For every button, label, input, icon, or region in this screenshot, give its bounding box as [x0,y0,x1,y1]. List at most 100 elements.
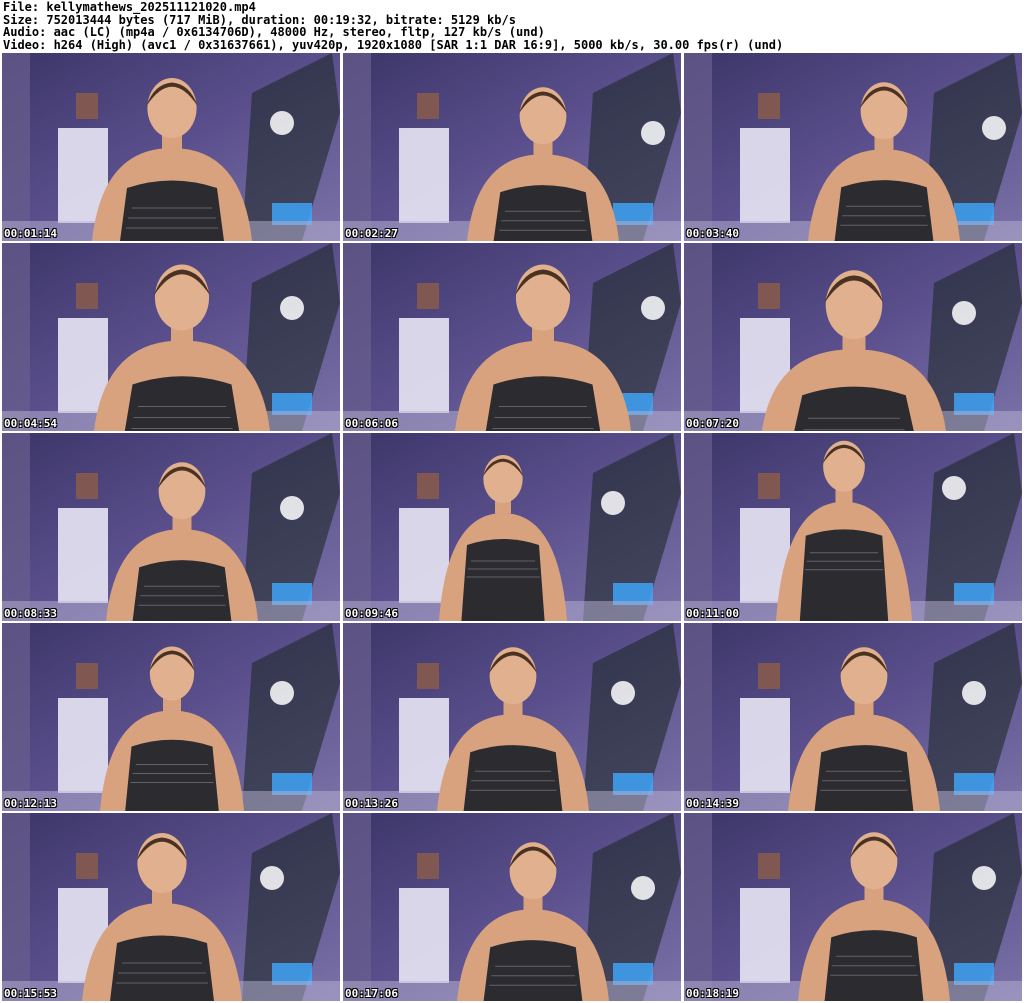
sports-top [120,180,224,241]
cabinet [58,318,108,413]
thumbnail-timestamp: 00:06:06 [345,417,398,430]
sports-top [461,539,545,621]
neon-sign-icon [641,121,665,145]
audio-line: Audio: aac (LC) (mp4a / 0x6134706D), 480… [3,25,545,39]
cabinet [740,128,790,223]
thumbnail-timestamp: 00:13:26 [345,797,398,810]
video-frame [343,53,681,241]
sports-top [794,386,914,431]
video-frame [684,813,1022,1001]
person-head [515,264,571,331]
video-frame [684,53,1022,241]
video-frame [684,243,1022,431]
thumbnail: 00:08:33 [2,433,340,621]
thumbnail: 00:14:39 [684,623,1022,811]
video-frame [2,813,340,1001]
sports-top [485,376,601,431]
person-head [147,78,197,138]
person-head [850,832,898,890]
cabinet [740,888,790,983]
video-frame [343,433,681,621]
thumbnail: 00:02:27 [343,53,681,241]
thumbnail-timestamp: 00:09:46 [345,607,398,620]
thumbnail-timestamp: 00:04:54 [4,417,57,430]
thumbnail: 00:07:20 [684,243,1022,431]
cabinet [399,318,449,413]
person-head [137,833,187,893]
cabinet [740,698,790,793]
thumbnail-timestamp: 00:12:13 [4,797,57,810]
neon-sign-icon [601,491,625,515]
thumbnail: 00:06:06 [343,243,681,431]
thumbnail-timestamp: 00:02:27 [345,227,398,240]
neon-sign-icon [962,681,986,705]
sports-top [132,560,232,621]
person-head [158,462,206,520]
person-head [860,82,908,140]
video-frame [684,623,1022,811]
thumbnail-timestamp: 00:14:39 [686,797,739,810]
neon-sign-icon [972,866,996,890]
thumbnail-timestamp: 00:03:40 [686,227,739,240]
sports-top [493,185,593,241]
person-head [519,87,567,145]
thumbnail: 00:15:53 [2,813,340,1001]
neon-sign-icon [942,476,966,500]
video-line: Video: h264 (High) (avc1 / 0x31637661), … [3,37,784,52]
person-head [483,455,523,503]
cabinet [399,888,449,983]
sports-top [124,376,240,431]
thumbnail: 00:13:26 [343,623,681,811]
cabinet [58,508,108,603]
neon-sign-icon [641,296,665,320]
video-frame [2,243,340,431]
video-frame [343,623,681,811]
sports-top [814,745,914,811]
video-frame [2,433,340,621]
neon-sign-icon [280,496,304,520]
cabinet [58,698,108,793]
person-head [489,647,537,705]
video-frame [343,243,681,431]
video-frame [684,433,1022,621]
sports-top [834,180,934,241]
person-head [154,264,210,331]
video-frame [343,813,681,1001]
neon-sign-icon [270,681,294,705]
person-head [825,270,883,340]
video-frame [2,53,340,241]
thumbnail-grid: 00:01:14 00:02:27 00:03:40 00:04:54 00:0… [2,53,1022,1001]
person-head [509,842,557,900]
thumbnail: 00:12:13 [2,623,340,811]
person-head [149,646,195,701]
neon-sign-icon [631,876,655,900]
cabinet [399,128,449,223]
thumbnail-timestamp: 00:17:06 [345,987,398,1000]
thumbnail: 00:04:54 [2,243,340,431]
thumbnail: 00:11:00 [684,433,1022,621]
thumbnail: 00:09:46 [343,433,681,621]
neon-sign-icon [270,111,294,135]
thumbnail-timestamp: 00:15:53 [4,987,57,1000]
sports-top [125,739,219,811]
thumbnail-timestamp: 00:01:14 [4,227,57,240]
file-line: File: kellymathews_202511121020.mp4 [3,0,256,14]
cabinet [399,508,449,603]
sports-top [483,940,583,1001]
person-head [840,647,888,705]
neon-sign-icon [982,116,1006,140]
thumbnail-timestamp: 00:18:19 [686,987,739,1000]
sports-top [799,529,889,621]
neon-sign-icon [260,866,284,890]
neon-sign-icon [280,296,304,320]
neon-sign-icon [611,681,635,705]
thumbnail-timestamp: 00:11:00 [686,607,739,620]
thumbnail: 00:18:19 [684,813,1022,1001]
thumbnail: 00:03:40 [684,53,1022,241]
sports-top [110,935,214,1001]
video-frame [2,623,340,811]
sports-top [463,745,563,811]
neon-sign-icon [952,301,976,325]
cabinet [399,698,449,793]
file-info-header: File: kellymathews_202511121020.mp4 Size… [3,1,1021,51]
